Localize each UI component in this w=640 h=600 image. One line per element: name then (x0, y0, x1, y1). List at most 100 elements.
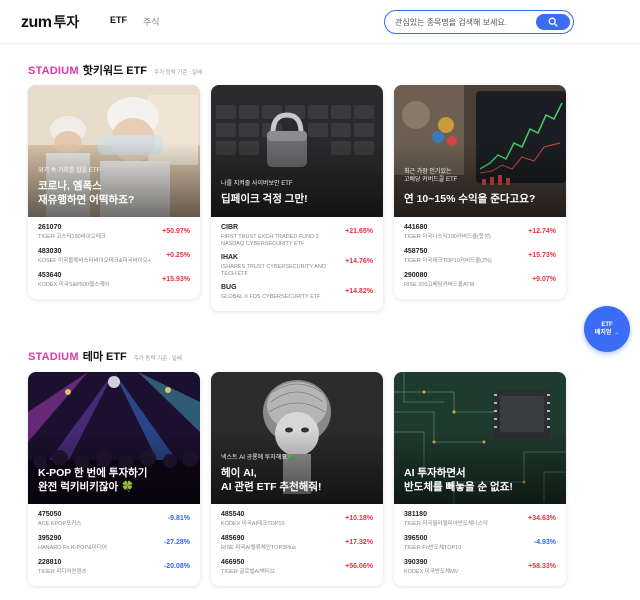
etf-card-corona[interactable]: 위기 속 기회를 잡을 ETF 코로나, 엠폭스 재유행하면 어떡하죠? 261… (28, 85, 200, 299)
etf-row[interactable]: IHAK ISHARES TRUST CYBERSECURITY AND TEC… (221, 253, 373, 283)
card-headline: AI 투자하면서 반도체를 빼놓을 순 없죠! (404, 467, 513, 493)
main-nav: ETF 주식 (110, 15, 160, 28)
card-caption: 최근 가장 인기있는 고배당 커버드콜 ETF (404, 169, 458, 183)
etf-name: TIGER 미국필라델피아반도체나스닥 (404, 521, 489, 527)
card-image: 나를 지켜줄 사이버보안 ETF 딥페이크 걱정 그만! (211, 85, 383, 217)
card-caption: 넥스트 AI 공룡에 투자해요 🦕 (221, 455, 297, 461)
etf-card-semiconductor[interactable]: AI 투자하면서 반도체를 빼놓을 순 없죠! 381180 TIGER 미국필… (394, 372, 566, 586)
etf-name: TIGER 미국테크TOP10커버드콜(2%) (404, 258, 492, 264)
etf-row[interactable]: 396500 TIGER Fn반도체TOP10 -4.93% (404, 534, 556, 558)
etf-name: TIGER 미국나스닥100커버드콜(합성) (404, 234, 491, 240)
etf-rate: +9.07% (532, 276, 556, 283)
etf-name: TIGER 코스닥150바이오테크 (38, 234, 106, 240)
section-heading: 핫키워드 ETF (82, 65, 148, 77)
etf-code: 441680 (404, 224, 428, 231)
etf-card-cybersecurity[interactable]: 나를 지켜줄 사이버보안 ETF 딥페이크 걱정 그만! CIBR FIRST … (211, 85, 383, 311)
etf-name: KODEX 미국AI테크TOP10 (221, 521, 285, 527)
etf-list: 475050 ACE KPOP포커스 -9.81% 395290 HANARO … (28, 504, 200, 586)
section-title-hot-keyword: STADIUM 핫키워드 ETF 주가 등락 기준 : 일배 (28, 62, 202, 78)
etf-row[interactable]: 228810 TIGER 미디어컨텐츠 -20.08% (38, 558, 190, 582)
etf-name: RISE 미국AI밸류체인TOP3Plus (221, 545, 296, 551)
etf-rate: -9.81% (167, 515, 190, 522)
etf-row[interactable]: 381180 TIGER 미국필라델피아반도체나스닥 +34.63% (404, 510, 556, 534)
etf-name: ACE KPOP포커스 (38, 521, 82, 527)
card-image: 넥스트 AI 공룡에 투자해요 🦕 헤이 AI, AI 관련 ETF 추천해줘! (211, 372, 383, 504)
etf-name: TIGER 글로벌AI액티브 (221, 569, 275, 575)
section-tag: STADIUM (28, 351, 79, 363)
etf-name: KODEX 미국반도체MV (404, 569, 459, 575)
etf-code: 290080 (404, 272, 428, 279)
card-headline: K-POP 한 번에 투자하기 완전 럭키비키잖아 🍀 (38, 467, 148, 493)
section-subtitle: 주가 등락 기준 : 일배 (133, 356, 182, 362)
card-headline: 딥페이크 걱정 그만! (221, 193, 308, 205)
zum-logo[interactable]: zum 투자 (21, 12, 79, 32)
etf-name: TIGER Fn반도체TOP10 (404, 545, 462, 551)
search-input[interactable] (395, 14, 535, 30)
etf-row[interactable]: CIBR FIRST TRUST EXCH TRADED FUND 2 NASD… (221, 223, 373, 253)
etf-name: GLOBAL X FDS CYBERSECURITY ETF (221, 294, 321, 300)
nav-etf[interactable]: ETF (110, 15, 127, 28)
etf-code: 381180 (404, 511, 427, 518)
etf-code: BUG (221, 284, 237, 291)
etf-rate: -27.28% (163, 539, 190, 546)
etf-code: 485540 (221, 511, 245, 518)
etf-row[interactable]: 290080 RISE 200고배당커버드콜ATM +9.07% (404, 271, 556, 295)
etf-rate: +12.74% (528, 228, 556, 235)
etf-row[interactable]: 390390 KODEX 미국반도체MV +58.33% (404, 558, 556, 582)
card-image: 최근 가장 인기있는 고배당 커버드콜 ETF 연 10~15% 수익을 준다고… (394, 85, 566, 217)
etf-code: IHAK (221, 254, 239, 261)
etf-row[interactable]: 475050 ACE KPOP포커스 -9.81% (38, 510, 190, 534)
floating-line1: ETF (601, 322, 613, 328)
card-headline: 헤이 AI, AI 관련 ETF 추천해줘! (221, 467, 322, 493)
etf-rate: +50.97% (162, 228, 190, 235)
etf-card-covered-call[interactable]: 최근 가장 인기있는 고배당 커버드콜 ETF 연 10~15% 수익을 준다고… (394, 85, 566, 299)
etf-row[interactable]: 458750 TIGER 미국테크TOP10커버드콜(2%) +15.73% (404, 247, 556, 271)
etf-list: 381180 TIGER 미국필라델피아반도체나스닥 +34.63% 39650… (394, 504, 566, 586)
etf-row[interactable]: 485690 RISE 미국AI밸류체인TOP3Plus +17.32% (221, 534, 373, 558)
etf-rate: +21.65% (345, 228, 373, 235)
etf-code: 458750 (404, 248, 428, 255)
etf-code: 228810 (38, 559, 62, 566)
etf-list: 485540 KODEX 미국AI테크TOP10 +10.18% 485690 … (211, 504, 383, 586)
card-image: AI 투자하면서 반도체를 빼놓을 순 없죠! (394, 372, 566, 504)
etf-rate: -20.08% (163, 563, 190, 570)
etf-row[interactable]: 395290 HANARO Fn K-POP&미디어 -27.28% (38, 534, 190, 558)
etf-code: CIBR (221, 224, 239, 231)
card-caption: 위기 속 기회를 잡을 ETF (38, 168, 101, 174)
etf-card-ai[interactable]: 넥스트 AI 공룡에 투자해요 🦕 헤이 AI, AI 관련 ETF 추천해줘!… (211, 372, 383, 586)
etf-name: KOSEF 미국블록바스터바이오테크&미국바이오+ (38, 258, 152, 264)
etf-row[interactable]: 466950 TIGER 글로벌AI액티브 +56.06% (221, 558, 373, 582)
etf-code: 453640 (38, 272, 62, 279)
search-icon (548, 17, 558, 27)
etf-code: 390390 (404, 559, 428, 566)
section-tag: STADIUM (28, 65, 79, 77)
etf-rate: +14.82% (345, 288, 373, 295)
etf-rate: +14.76% (345, 258, 373, 265)
logo-brand: zum (21, 14, 52, 31)
etf-code: 483030 (38, 248, 62, 255)
etf-badge-floating-button[interactable]: ETF 배지얻 → (584, 306, 630, 352)
etf-code: 475050 (38, 511, 62, 518)
etf-code: 485690 (221, 535, 245, 542)
etf-row[interactable]: 261070 TIGER 코스닥150바이오테크 +50.97% (38, 223, 190, 247)
etf-name: FIRST TRUST EXCH TRADED FUND 2 NASDAQ CY… (221, 234, 319, 247)
search-button[interactable] (536, 13, 570, 30)
etf-row[interactable]: 483030 KOSEF 미국블록바스터바이오테크&미국바이오+ +0.25% (38, 247, 190, 271)
etf-rate: +58.33% (528, 563, 556, 570)
etf-card-kpop[interactable]: K-POP 한 번에 투자하기 완전 럭키비키잖아 🍀 475050 ACE K… (28, 372, 200, 586)
etf-row[interactable]: BUG GLOBAL X FDS CYBERSECURITY ETF +14.8… (221, 283, 373, 307)
etf-name: KODEX 미국S&P500헬스케어 (38, 282, 110, 288)
etf-code: 261070 (38, 224, 62, 231)
etf-row[interactable]: 453640 KODEX 미국S&P500헬스케어 +15.93% (38, 271, 190, 295)
etf-rate: +10.18% (345, 515, 373, 522)
nav-stock[interactable]: 주식 (143, 15, 160, 28)
etf-list: CIBR FIRST TRUST EXCH TRADED FUND 2 NASD… (211, 217, 383, 311)
etf-name: TIGER 미디어컨텐츠 (38, 569, 87, 575)
etf-row[interactable]: 441680 TIGER 미국나스닥100커버드콜(합성) +12.74% (404, 223, 556, 247)
section-subtitle: 주가 등락 기준 : 일배 (154, 70, 203, 76)
floating-line2: 배지얻 → (594, 330, 620, 336)
card-headline: 코로나, 엠폭스 재유행하면 어떡하죠? (38, 180, 135, 206)
section-heading: 테마 ETF (82, 351, 127, 363)
etf-row[interactable]: 485540 KODEX 미국AI테크TOP10 +10.18% (221, 510, 373, 534)
card-caption: 나를 지켜줄 사이버보안 ETF (221, 181, 293, 187)
